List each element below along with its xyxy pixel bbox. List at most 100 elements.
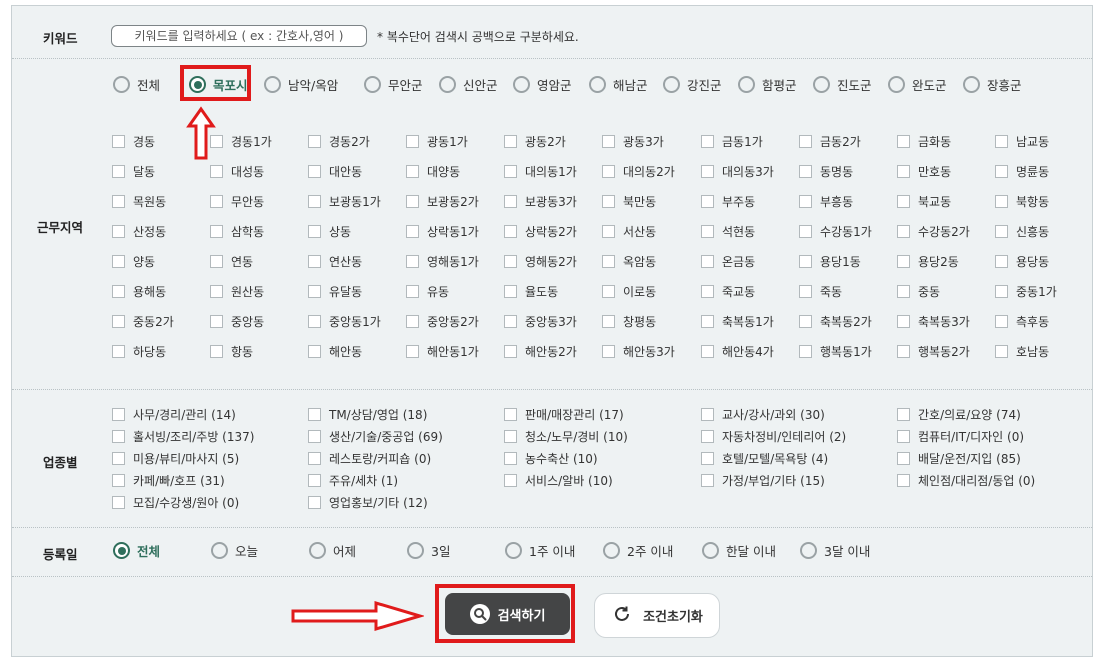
industry-checkbox[interactable]: 자동차정비/인테리어 (2) [701,428,846,445]
checkbox[interactable] [602,285,615,298]
checkbox[interactable] [602,345,615,358]
date-radio[interactable]: 어제 [309,541,356,560]
checkbox[interactable] [897,474,910,487]
checkbox[interactable] [995,315,1008,328]
checkbox[interactable] [504,165,517,178]
checkbox[interactable] [602,315,615,328]
checkbox[interactable] [112,195,125,208]
checkbox[interactable] [701,408,714,421]
district-checkbox[interactable]: 중동1가 [995,283,1057,300]
industry-checkbox[interactable]: 배달/운전/지입 (85) [897,450,1021,467]
district-checkbox[interactable]: 용당2동 [897,253,959,270]
city-radio[interactable]: 전체 [113,75,160,94]
district-checkbox[interactable]: 달동 [112,163,155,180]
date-radio[interactable]: 한달 이내 [702,541,776,560]
checkbox[interactable] [995,195,1008,208]
district-checkbox[interactable]: 보광동2가 [406,193,479,210]
city-radio[interactable]: 강진군 [663,75,722,94]
search-button[interactable]: 검색하기 [445,593,570,635]
checkbox[interactable] [308,345,321,358]
district-checkbox[interactable]: 중앙동2가 [406,313,479,330]
checkbox[interactable] [799,165,812,178]
checkbox[interactable] [504,345,517,358]
checkbox[interactable] [112,315,125,328]
checkbox[interactable] [504,135,517,148]
district-checkbox[interactable]: 남교동 [995,133,1049,150]
radio-indicator[interactable] [113,542,130,559]
checkbox[interactable] [995,285,1008,298]
district-checkbox[interactable]: 해안동 [308,343,362,360]
district-checkbox[interactable]: 수강동1가 [799,223,872,240]
district-checkbox[interactable]: 금화동 [897,133,951,150]
checkbox[interactable] [406,345,419,358]
date-radio[interactable]: 3달 이내 [800,541,870,560]
district-checkbox[interactable]: 중동 [897,283,940,300]
checkbox[interactable] [210,285,223,298]
radio-indicator[interactable] [888,76,905,93]
city-radio[interactable]: 함평군 [738,75,797,94]
district-checkbox[interactable]: 무안동 [210,193,264,210]
radio-indicator[interactable] [407,542,424,559]
city-radio[interactable]: 남악/옥암 [264,75,338,94]
checkbox[interactable] [308,315,321,328]
checkbox[interactable] [701,135,714,148]
checkbox[interactable] [799,315,812,328]
district-checkbox[interactable]: 축복동1가 [701,313,774,330]
district-checkbox[interactable]: 대성동 [210,163,264,180]
district-checkbox[interactable]: 축복동2가 [799,313,872,330]
checkbox[interactable] [701,345,714,358]
district-checkbox[interactable]: 중동2가 [112,313,174,330]
industry-checkbox[interactable]: 청소/노무/경비 (10) [504,428,628,445]
checkbox[interactable] [210,315,223,328]
district-checkbox[interactable]: 행복동2가 [897,343,970,360]
checkbox[interactable] [210,225,223,238]
checkbox[interactable] [308,195,321,208]
checkbox[interactable] [504,474,517,487]
district-checkbox[interactable]: 북교동 [897,193,951,210]
checkbox[interactable] [504,408,517,421]
city-radio[interactable]: 무안군 [364,75,423,94]
industry-checkbox[interactable]: 홀서빙/조리/주방 (137) [112,428,254,445]
checkbox[interactable] [701,285,714,298]
industry-checkbox[interactable]: 호텔/모텔/목욕탕 (4) [701,450,828,467]
checkbox[interactable] [112,135,125,148]
checkbox[interactable] [308,496,321,509]
checkbox[interactable] [112,165,125,178]
checkbox[interactable] [602,255,615,268]
checkbox[interactable] [210,195,223,208]
industry-checkbox[interactable]: 체인점/대리점/동업 (0) [897,472,1035,489]
checkbox[interactable] [504,195,517,208]
checkbox[interactable] [897,345,910,358]
district-checkbox[interactable]: 중앙동 [210,313,264,330]
district-checkbox[interactable]: 연동 [210,253,253,270]
checkbox[interactable] [308,135,321,148]
district-checkbox[interactable]: 금동2가 [799,133,861,150]
district-checkbox[interactable]: 이로동 [602,283,656,300]
radio-indicator[interactable] [264,76,281,93]
reset-button[interactable]: 조건초기화 [594,593,720,638]
district-checkbox[interactable]: 해안동3가 [602,343,675,360]
checkbox[interactable] [112,285,125,298]
checkbox[interactable] [701,474,714,487]
checkbox[interactable] [995,225,1008,238]
district-checkbox[interactable]: 수강동2가 [897,223,970,240]
checkbox[interactable] [112,255,125,268]
checkbox[interactable] [406,225,419,238]
checkbox[interactable] [112,430,125,443]
checkbox[interactable] [406,165,419,178]
industry-checkbox[interactable]: 판매/매장관리 (17) [504,406,624,423]
district-checkbox[interactable]: 창평동 [602,313,656,330]
radio-indicator[interactable] [364,76,381,93]
city-radio[interactable]: 해남군 [589,75,648,94]
city-radio[interactable]: 영암군 [513,75,572,94]
district-checkbox[interactable]: 삼학동 [210,223,264,240]
city-radio[interactable]: 완도군 [888,75,947,94]
keyword-input[interactable]: 키워드를 입력하세요 ( ex : 간호사,영어 ) [111,25,367,47]
city-radio[interactable]: 진도군 [813,75,872,94]
checkbox[interactable] [602,225,615,238]
district-checkbox[interactable]: 대의동1가 [504,163,577,180]
checkbox[interactable] [112,225,125,238]
checkbox[interactable] [995,255,1008,268]
district-checkbox[interactable]: 산정동 [112,223,166,240]
district-checkbox[interactable]: 해안동4가 [701,343,774,360]
